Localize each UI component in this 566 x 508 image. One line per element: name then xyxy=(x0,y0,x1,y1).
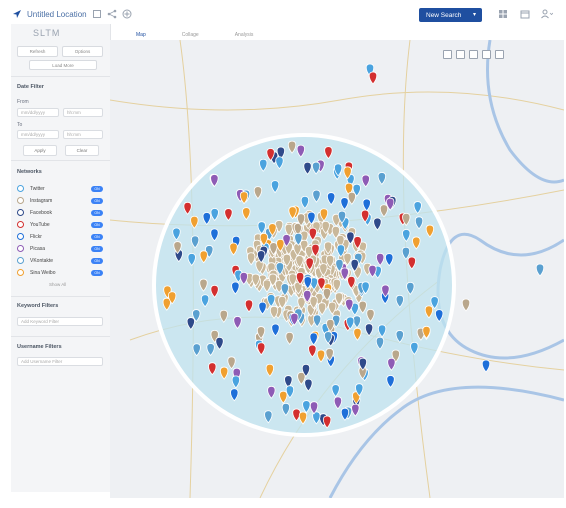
facebook-icon xyxy=(17,209,24,216)
network-row-picasa[interactable]: Picasa ON xyxy=(17,244,107,253)
network-toggle[interactable]: ON xyxy=(91,233,103,240)
from-time-input[interactable]: hh:mm xyxy=(63,108,103,117)
divider xyxy=(11,76,110,77)
to-time-input[interactable]: hh:mm xyxy=(63,130,103,139)
divider xyxy=(11,336,110,337)
divider xyxy=(11,160,110,161)
options-button[interactable]: Options xyxy=(62,46,103,57)
sidebar-action-row: Refresh Options xyxy=(17,46,103,57)
vkontakte-icon xyxy=(17,257,24,264)
map-zoom-in-icon[interactable] xyxy=(482,50,491,59)
network-toggle[interactable]: ON xyxy=(91,185,103,192)
map-search-icon[interactable] xyxy=(443,50,452,59)
youtube-icon xyxy=(17,221,24,228)
network-toggle[interactable]: ON xyxy=(91,257,103,264)
to-date-input[interactable]: mm/dd/yyyy xyxy=(17,130,59,139)
network-label: Instagram xyxy=(30,197,53,204)
clear-date-button[interactable]: Clear xyxy=(65,145,99,156)
username-filters-title: Username Filters xyxy=(17,344,62,350)
add-icon[interactable] xyxy=(122,9,132,19)
chevron-down-icon: ▾ xyxy=(472,12,476,18)
grid-view-icon[interactable] xyxy=(497,8,509,20)
network-label: Facebook xyxy=(30,209,52,216)
network-row-instagram[interactable]: Instagram ON xyxy=(17,196,107,205)
network-toggle[interactable]: ON xyxy=(91,209,103,216)
map-canvas[interactable] xyxy=(110,40,564,498)
network-row-flickr[interactable]: Flickr ON xyxy=(17,232,107,241)
flickr-icon xyxy=(17,233,24,240)
network-toggle[interactable]: ON xyxy=(91,245,103,252)
network-label: YouTube xyxy=(30,221,50,228)
network-row-facebook[interactable]: Facebook ON xyxy=(17,208,107,217)
calendar-icon[interactable] xyxy=(519,8,531,20)
top-right-icons xyxy=(497,8,553,20)
instagram-icon xyxy=(17,197,24,204)
network-toggle[interactable]: ON xyxy=(91,197,103,204)
network-toggle[interactable]: ON xyxy=(91,221,103,228)
map-toolbar xyxy=(443,50,504,59)
sina-weibo-icon xyxy=(17,269,24,276)
networks-title: Networks xyxy=(17,169,42,175)
map-layers-icon[interactable] xyxy=(456,50,465,59)
location-arrow-icon xyxy=(12,9,22,19)
date-filter-title: Date Filter xyxy=(17,84,44,90)
load-more-button[interactable]: Load More xyxy=(29,60,97,70)
edit-icon[interactable] xyxy=(92,9,102,19)
apply-date-button[interactable]: Apply xyxy=(23,145,57,156)
network-label: Picasa xyxy=(30,245,46,252)
network-row-twitter[interactable]: Twitter ON xyxy=(17,184,107,193)
share-icon[interactable] xyxy=(107,9,117,19)
new-search-button[interactable]: New Search ▾ xyxy=(419,8,482,22)
from-date-input[interactable]: mm/dd/yyyy xyxy=(17,108,59,117)
username-filter-input[interactable]: Add Username Filter xyxy=(17,357,103,366)
user-menu-icon[interactable] xyxy=(541,8,553,20)
network-label: Flickr xyxy=(30,233,42,240)
sidebar: SLTM Refresh Options Load More Date Filt… xyxy=(11,24,111,492)
from-label: From xyxy=(17,99,29,105)
map-zoom-out-icon[interactable] xyxy=(495,50,504,59)
network-label: Sina Weibo xyxy=(30,269,56,276)
network-label: VKontakte xyxy=(30,257,54,264)
map-fullscreen-icon[interactable] xyxy=(469,50,478,59)
location-title[interactable]: Untitled Location xyxy=(27,10,87,19)
show-all-link[interactable]: Show All xyxy=(49,282,66,287)
network-row-vkontakte[interactable]: VKontakte ON xyxy=(17,256,107,265)
divider xyxy=(11,296,110,297)
to-label: To xyxy=(17,122,23,128)
network-row-youtube[interactable]: YouTube ON xyxy=(17,220,107,229)
network-label: Twitter xyxy=(30,185,45,192)
refresh-button[interactable]: Refresh xyxy=(17,46,58,57)
network-toggle[interactable]: ON xyxy=(91,269,103,276)
network-row-sina-weibo[interactable]: Sina Weibo ON xyxy=(17,268,107,277)
app-logo: SLTM xyxy=(33,28,61,38)
location-title-group: Untitled Location xyxy=(12,9,132,19)
new-search-label: New Search xyxy=(426,11,462,19)
twitter-icon xyxy=(17,185,24,192)
picasa-icon xyxy=(17,245,24,252)
keyword-filters-title: Keyword Filters xyxy=(17,303,59,309)
keyword-filter-input[interactable]: Add Keyword Filter xyxy=(17,317,103,326)
